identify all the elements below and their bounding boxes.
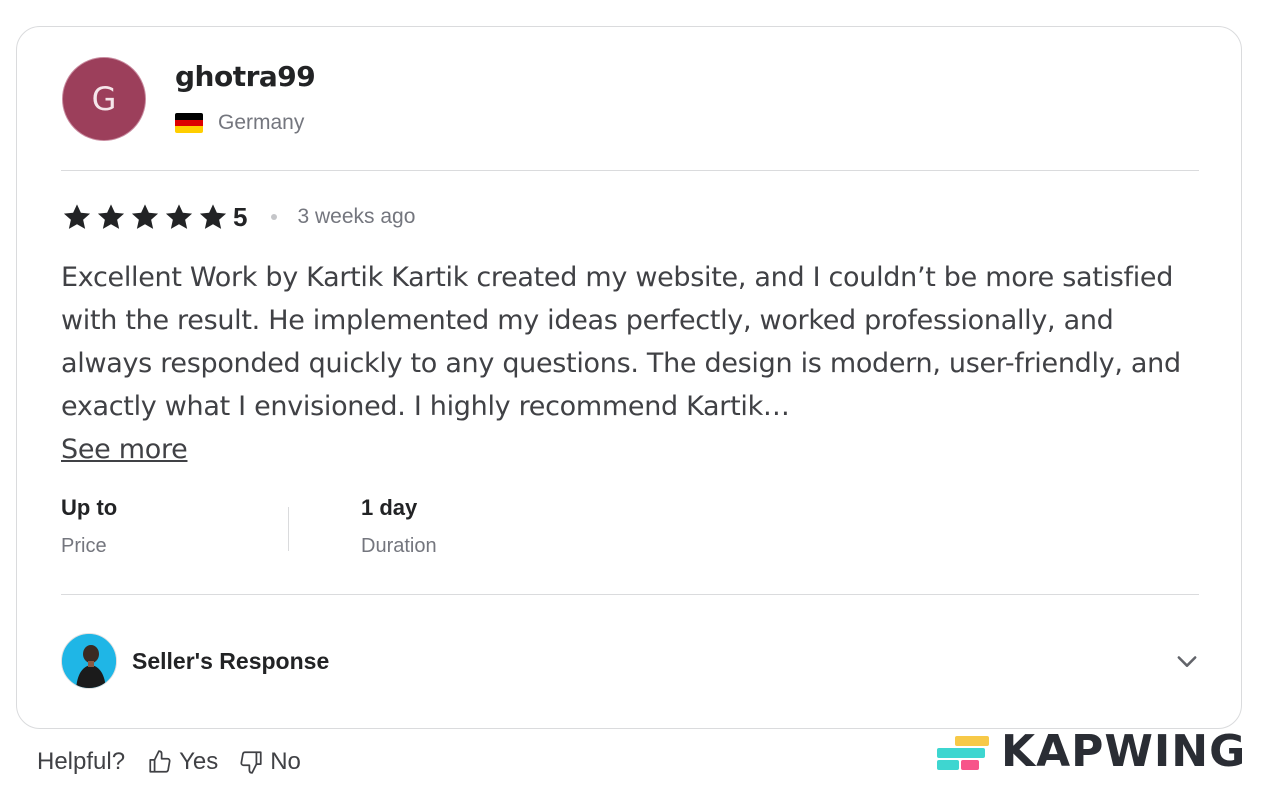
germany-flag-icon <box>175 113 203 133</box>
rating-value: 5 <box>233 201 248 232</box>
seller-response-title: Seller's Response <box>132 647 330 674</box>
separator-dot <box>271 214 278 220</box>
helpful-yes-button[interactable]: Yes <box>147 748 218 776</box>
rating-row: 5 3 weeks ago <box>61 201 415 233</box>
kapwing-logo-icon <box>937 732 991 772</box>
thumbs-down-icon <box>240 751 262 774</box>
helpful-no-label: No <box>270 748 301 775</box>
chevron-down-icon[interactable] <box>1173 647 1201 675</box>
duration-label: Duration <box>361 535 437 557</box>
helpful-no-button[interactable]: No <box>238 748 301 776</box>
seller-response-toggle[interactable]: Seller's Response <box>61 631 1201 691</box>
header-divider <box>61 170 1199 171</box>
review-time: 3 weeks ago <box>297 205 416 228</box>
see-more-link[interactable]: See more <box>61 428 188 471</box>
seller-divider <box>61 594 1199 595</box>
review-text: Excellent Work by Kartik Kartik created … <box>61 262 1181 422</box>
reviewer-country: Germany <box>218 111 305 134</box>
helpful-label: Helpful? <box>37 748 126 775</box>
price-label: Price <box>61 535 107 557</box>
price-info: Up to Price <box>61 495 117 558</box>
star-icon <box>131 204 159 229</box>
meta-separator <box>288 507 289 551</box>
reviewer-username[interactable]: ghotra99 <box>175 60 316 93</box>
star-icon <box>97 204 125 229</box>
helpful-row: Helpful? Yes No <box>37 748 321 776</box>
star-icon <box>199 204 227 229</box>
kapwing-watermark: KAPWING <box>937 726 1246 777</box>
duration-value: 1 day <box>361 495 418 520</box>
duration-info: 1 day Duration <box>361 495 437 558</box>
star-icon <box>63 204 91 229</box>
seller-photo-icon <box>62 634 116 688</box>
reviewer-avatar[interactable]: G <box>62 57 146 141</box>
seller-avatar <box>61 633 117 689</box>
thumbs-up-icon <box>149 750 171 773</box>
review-card: G ghotra99 Germany 5 3 weeks ago Excelle… <box>16 26 1242 729</box>
helpful-yes-label: Yes <box>179 748 219 775</box>
avatar-initial: G <box>91 80 117 118</box>
kapwing-wordmark: KAPWING <box>1001 726 1247 777</box>
star-rating <box>61 201 229 233</box>
price-value: Up to <box>61 495 118 520</box>
reviewer-country-row: Germany <box>175 111 304 135</box>
star-icon <box>165 204 193 229</box>
